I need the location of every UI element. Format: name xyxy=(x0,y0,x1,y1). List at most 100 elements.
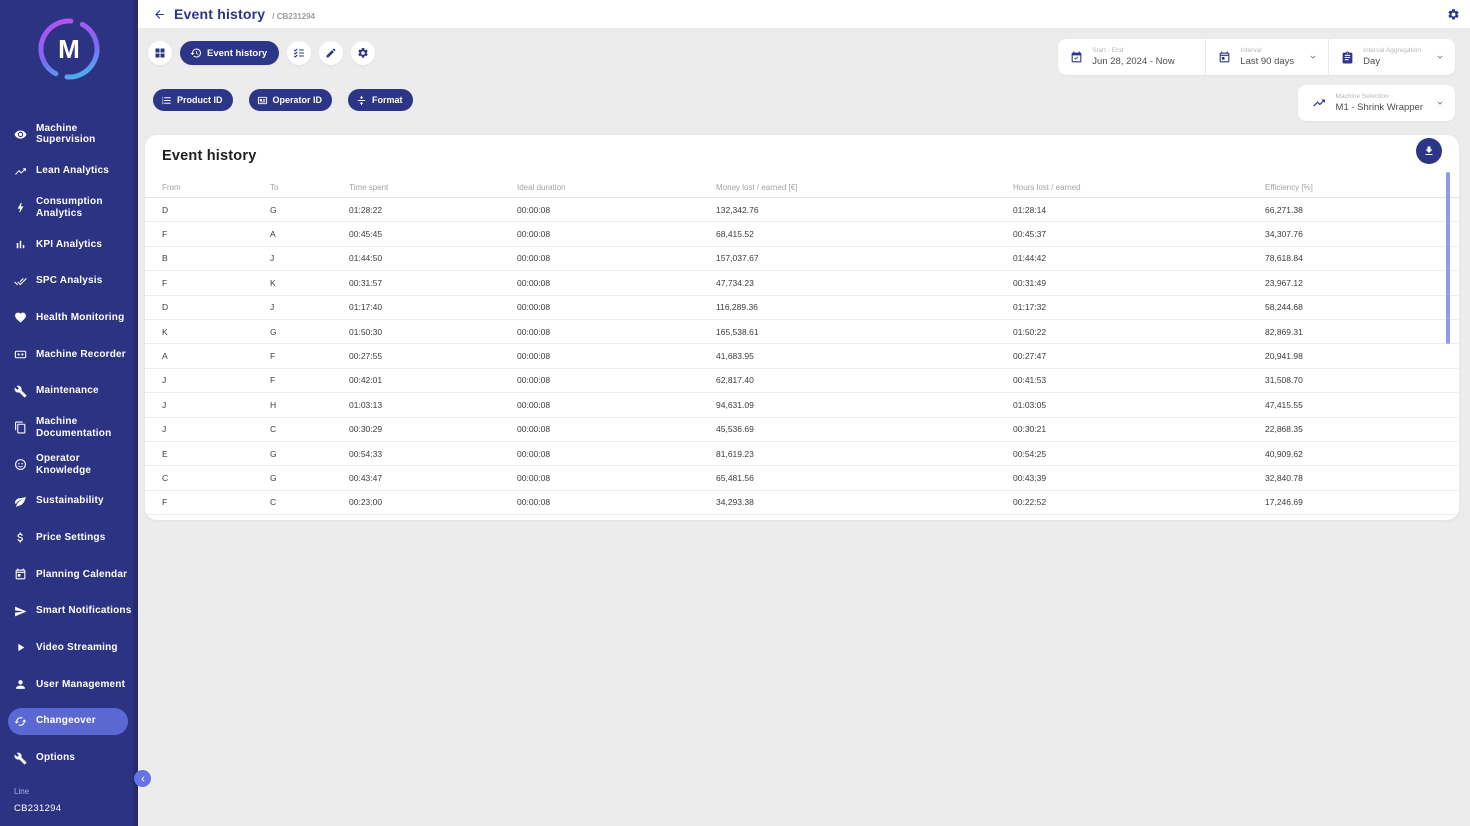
interval-aggregation-picker[interactable]: Interval Aggregation Day xyxy=(1328,39,1455,75)
sidebar-item-machine-documentation[interactable]: Machine Documentation xyxy=(0,410,138,447)
sidebar-item-label: Planning Calendar xyxy=(36,569,127,581)
sidebar-item-label: Machine Documentation xyxy=(36,416,132,440)
table-row: JH01:03:1300:00:0894,631.0901:03:0547,41… xyxy=(145,393,1459,417)
filter-row: Product IDOperator IDFormat Machine Sele… xyxy=(153,89,1455,121)
date-picker-card: Start - End Jun 28, 2024 - Now Interval … xyxy=(1058,39,1455,75)
sidebar-item-changeover[interactable]: Changeover xyxy=(8,708,128,735)
sidebar-item-price-settings[interactable]: Price Settings xyxy=(0,520,138,557)
table-cell: F xyxy=(270,375,349,385)
sidebar-item-smart-notifications[interactable]: Smart Notifications xyxy=(0,593,138,630)
sidebar-item-user-management[interactable]: User Management xyxy=(0,666,138,703)
filter-format-button[interactable]: Format xyxy=(348,89,413,111)
table-cell: H xyxy=(270,400,349,410)
sidebar-item-label: User Management xyxy=(36,679,125,691)
table-cell: 00:00:08 xyxy=(517,253,716,263)
table-cell: 78,618.84 xyxy=(1265,253,1435,263)
checklist-icon xyxy=(293,47,305,59)
table-cell: A xyxy=(270,229,349,239)
table-cell: 00:00:08 xyxy=(517,473,716,483)
grid-view-button[interactable] xyxy=(148,41,172,65)
table-cell: 00:27:47 xyxy=(1013,351,1265,361)
view-settings-button[interactable] xyxy=(351,41,375,65)
numbered-list-icon xyxy=(161,95,172,106)
sidebar-item-maintenance[interactable]: Maintenance xyxy=(0,373,138,410)
table-cell: 17,246.69 xyxy=(1265,497,1435,507)
table-cell: 116,289.36 xyxy=(716,302,1013,312)
sidebar-item-health-monitoring[interactable]: Health Monitoring xyxy=(0,299,138,336)
person-icon xyxy=(14,678,27,691)
filter-operator-id-button[interactable]: Operator ID xyxy=(249,89,333,111)
filter-product-id-button[interactable]: Product ID xyxy=(153,89,233,111)
table-cell: J xyxy=(162,400,270,410)
table-row: CG00:43:4700:00:0865,481.5600:43:3932,84… xyxy=(145,466,1459,490)
table-cell: 01:44:50 xyxy=(349,253,517,263)
column-header-time-spent: Time spent xyxy=(349,183,517,192)
back-arrow-icon xyxy=(153,8,166,21)
sidebar-scrollbar[interactable] xyxy=(133,0,138,826)
table-cell: 82,869.31 xyxy=(1265,327,1435,337)
table-cell: 00:00:08 xyxy=(517,351,716,361)
table-cell: 00:43:39 xyxy=(1013,473,1265,483)
sidebar-item-machine-recorder[interactable]: Machine Recorder xyxy=(0,336,138,373)
column-header-ideal-duration: Ideal duration xyxy=(517,183,716,192)
edit-button[interactable] xyxy=(319,41,343,65)
sidebar-item-options[interactable]: Options xyxy=(0,740,138,777)
wrench-icon xyxy=(14,752,27,765)
table-cell: D xyxy=(162,302,270,312)
table-row: JC00:30:2900:00:0845,536.6900:30:2122,86… xyxy=(145,418,1459,442)
sidebar-item-lean-analytics[interactable]: Lean Analytics xyxy=(0,153,138,190)
table-cell: C xyxy=(270,497,349,507)
sidebar-item-sustainability[interactable]: Sustainability xyxy=(0,483,138,520)
filter-buttons: Product ID Operator ID Format xyxy=(153,89,413,111)
calendar-icon xyxy=(1218,51,1231,64)
sidebar-item-planning-calendar[interactable]: Planning Calendar xyxy=(0,556,138,593)
table-cell: 65,481.56 xyxy=(716,473,1013,483)
eye-icon xyxy=(14,128,27,141)
table-cell: K xyxy=(162,327,270,337)
table-cell: B xyxy=(162,253,270,263)
column-header-hours-lost-earned: Hours lost / earned xyxy=(1013,183,1265,192)
table-cell: 00:00:08 xyxy=(517,424,716,434)
filter-label: Operator ID xyxy=(273,95,323,105)
event-history-card: Event history FromToTime spentIdeal dura… xyxy=(145,135,1459,520)
filter-label: Format xyxy=(372,95,403,105)
aggregation-label: Interval Aggregation xyxy=(1363,47,1421,54)
table-cell: 00:54:25 xyxy=(1013,449,1265,459)
machine-selection-picker[interactable]: Machine Selection M1 - Shrink Wrapper xyxy=(1298,85,1455,121)
table-cell: 00:41:53 xyxy=(1013,375,1265,385)
table-scrollbar[interactable] xyxy=(1446,172,1450,344)
table-cell: J xyxy=(270,302,349,312)
sidebar: M Machine SupervisionLean AnalyticsConsu… xyxy=(0,0,138,826)
table-cell: G xyxy=(270,473,349,483)
aggregation-value: Day xyxy=(1363,56,1421,67)
table-cell: 40,909.62 xyxy=(1265,449,1435,459)
table-cell: K xyxy=(270,278,349,288)
settings-icon xyxy=(357,47,369,59)
table-cell: 31,508.70 xyxy=(1265,375,1435,385)
table-row: FC00:23:0000:00:0834,293.3800:22:5217,24… xyxy=(145,491,1459,515)
interval-picker[interactable]: Interval Last 90 days xyxy=(1205,39,1328,75)
table-cell: 68,415.52 xyxy=(716,229,1013,239)
checklist-button[interactable] xyxy=(287,41,311,65)
sidebar-item-label: Video Streaming xyxy=(36,642,118,654)
sidebar-item-machine-supervision[interactable]: Machine Supervision xyxy=(0,116,138,153)
play-icon xyxy=(14,641,27,654)
sidebar-item-consumption-analytics[interactable]: Consumption Analytics xyxy=(0,189,138,226)
sidebar-item-video-streaming[interactable]: Video Streaming xyxy=(0,630,138,667)
download-button[interactable] xyxy=(1416,138,1442,164)
global-settings-button[interactable] xyxy=(1447,7,1461,21)
table-cell: 01:50:22 xyxy=(1013,327,1265,337)
event-history-tab[interactable]: Event history xyxy=(180,41,279,65)
interval-label: Interval xyxy=(1240,47,1294,54)
sidebar-item-kpi-analytics[interactable]: KPI Analytics xyxy=(0,226,138,263)
sidebar-item-operator-knowledge[interactable]: Operator Knowledge xyxy=(0,446,138,483)
sidebar-item-spc-analysis[interactable]: SPC Analysis xyxy=(0,263,138,300)
table-cell: 41,683.95 xyxy=(716,351,1013,361)
back-button[interactable] xyxy=(153,7,167,21)
table-cell: 58,244.68 xyxy=(1265,302,1435,312)
start-end-picker[interactable]: Start - End Jun 28, 2024 - Now xyxy=(1058,39,1205,75)
table-cell: 01:17:32 xyxy=(1013,302,1265,312)
sidebar-collapse-button[interactable] xyxy=(134,770,151,787)
table-cell: 32,840.78 xyxy=(1265,473,1435,483)
logo-ring-icon: M xyxy=(36,16,102,82)
